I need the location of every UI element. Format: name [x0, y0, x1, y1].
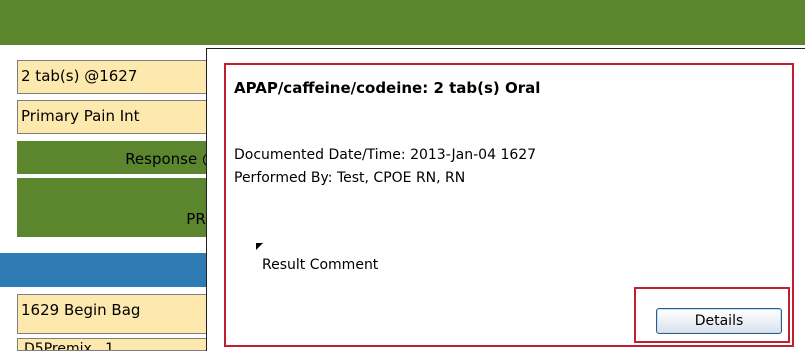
section-row-response[interactable]: Response @ [17, 141, 217, 176]
result-cell-text: 1629 Begin Bag [21, 301, 141, 319]
popup-highlight-box: APAP/caffeine/codeine: 2 tab(s) Oral Doc… [224, 63, 794, 347]
screen: 2 tab(s) @1627 Primary Pain Int Response… [0, 0, 805, 351]
comment-marker-icon [256, 243, 263, 250]
details-highlight-box: Details [634, 287, 790, 343]
result-cell-d5premix[interactable]: D5Premix...1 [17, 338, 217, 351]
section-band [0, 253, 220, 287]
section-row-prn[interactable]: PRN [17, 201, 217, 239]
result-cell-text: D5Premix...1 [24, 341, 115, 351]
section-row-filler [17, 178, 217, 201]
result-cell-text: 2 tab(s) @1627 [21, 67, 138, 85]
header-band [0, 0, 805, 45]
result-popup: APAP/caffeine/codeine: 2 tab(s) Oral Doc… [206, 48, 805, 351]
section-row-label: Response @ [125, 150, 217, 168]
performed-by: Performed By: Test, CPOE RN, RN [234, 170, 466, 186]
popup-title: APAP/caffeine/codeine: 2 tab(s) Oral [234, 79, 541, 97]
details-button[interactable]: Details [656, 308, 782, 334]
result-cell-primary-pain[interactable]: Primary Pain Int [17, 100, 217, 134]
result-comment-label: Result Comment [262, 257, 379, 273]
result-cell-dose[interactable]: 2 tab(s) @1627 [17, 60, 217, 94]
result-cell-begin-bag[interactable]: 1629 Begin Bag [17, 294, 217, 334]
documented-datetime: Documented Date/Time: 2013-Jan-04 1627 [234, 147, 537, 163]
result-cell-text: Primary Pain Int [21, 107, 140, 125]
